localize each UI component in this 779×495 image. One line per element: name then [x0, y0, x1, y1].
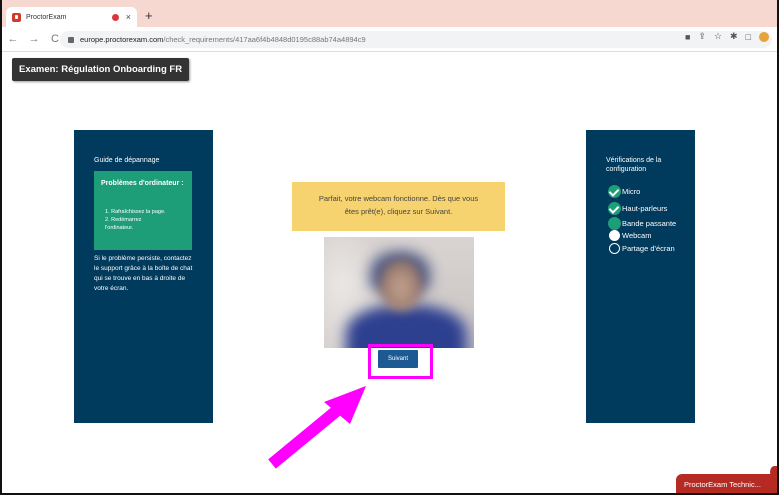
computer-problems-box: Problèmes d'ordinateur : 1. Rafraîchisse… [94, 171, 192, 250]
browser-tab-bar: ProctorExam × + [0, 0, 779, 27]
checks-title: Vérifications de la configuration [606, 157, 662, 173]
guide-step: l'ordinateur. [105, 225, 134, 231]
computer-problems-title: Problèmes d'ordinateur : [101, 180, 184, 187]
notice-line-1: Parfait, votre webcam fonctionne. Dès qu… [318, 194, 479, 203]
new-tab-button[interactable]: + [145, 9, 153, 22]
check-item-micro: Micro [608, 185, 640, 198]
status-dot-icon [608, 217, 621, 230]
check-item-bandwidth: Bande passante [608, 217, 676, 230]
sidepanel-icon[interactable]: □ [746, 32, 751, 42]
camera-icon[interactable]: ■ [685, 32, 690, 42]
support-chat-tab[interactable]: ProctorExam Technic... [676, 474, 779, 495]
toolbar-icons: ■ ⇪ ☆ ✱ □ [685, 31, 769, 42]
back-icon[interactable]: ← [5, 33, 21, 45]
webcam-preview [324, 237, 474, 348]
configuration-checks-panel: Vérifications de la configuration Micro … [586, 130, 695, 423]
check-label: Partage d'écran [622, 244, 675, 253]
check-item-speakers: Haut-parleurs [608, 202, 667, 215]
browser-tab[interactable]: ProctorExam × [6, 7, 137, 27]
lock-icon [68, 36, 74, 43]
webcam-success-notice: Parfait, votre webcam fonctionne. Dès qu… [292, 182, 505, 231]
url-path: /check_requirements/417aa6f4b4848d0195c8… [163, 35, 366, 44]
notice-line-2: êtes prêt(e), cliquez sur Suivant. [344, 207, 453, 216]
recording-indicator-icon [111, 13, 119, 21]
check-label: Webcam [622, 231, 652, 240]
url-host: europe.proctorexam.com [80, 35, 164, 44]
check-item-screen-share: Partage d'écran [608, 243, 675, 254]
current-step-icon [609, 230, 620, 241]
extensions-icon[interactable]: ✱ [730, 31, 738, 42]
support-help-text: Si le problème persiste, contactez le su… [94, 255, 193, 292]
guide-title: Guide de dépannage [94, 157, 160, 164]
troubleshooting-panel: Guide de dépannage Problèmes d'ordinateu… [74, 130, 213, 423]
tab-close-icon[interactable]: × [126, 12, 131, 22]
tab-title: ProctorExam [26, 13, 67, 21]
check-label: Haut-parleurs [622, 204, 668, 213]
address-bar[interactable]: europe.proctorexam.com/check_requirement… [60, 31, 772, 48]
guide-step: 1. Rafraîchissez la page. [105, 209, 166, 215]
guide-step: 2. Redémarrez [105, 217, 142, 223]
pointer-arrow-annotation [268, 386, 366, 469]
share-icon[interactable]: ⇪ [698, 31, 706, 42]
proctorexam-favicon-icon [12, 12, 21, 22]
checkmark-icon [608, 185, 621, 198]
browser-toolbar: ← → C europe.proctorexam.com/check_requi… [0, 27, 779, 52]
bookmark-star-icon[interactable]: ☆ [714, 31, 722, 42]
checkmark-icon [608, 202, 621, 215]
check-item-webcam: Webcam [608, 230, 651, 241]
forward-icon[interactable]: → [26, 33, 42, 45]
exam-title-badge: Examen: Régulation Onboarding FR [12, 58, 190, 81]
check-label: Micro [622, 187, 641, 196]
empty-circle-icon [609, 243, 620, 254]
check-label: Bande passante [622, 219, 677, 228]
profile-avatar-icon[interactable] [759, 31, 769, 42]
